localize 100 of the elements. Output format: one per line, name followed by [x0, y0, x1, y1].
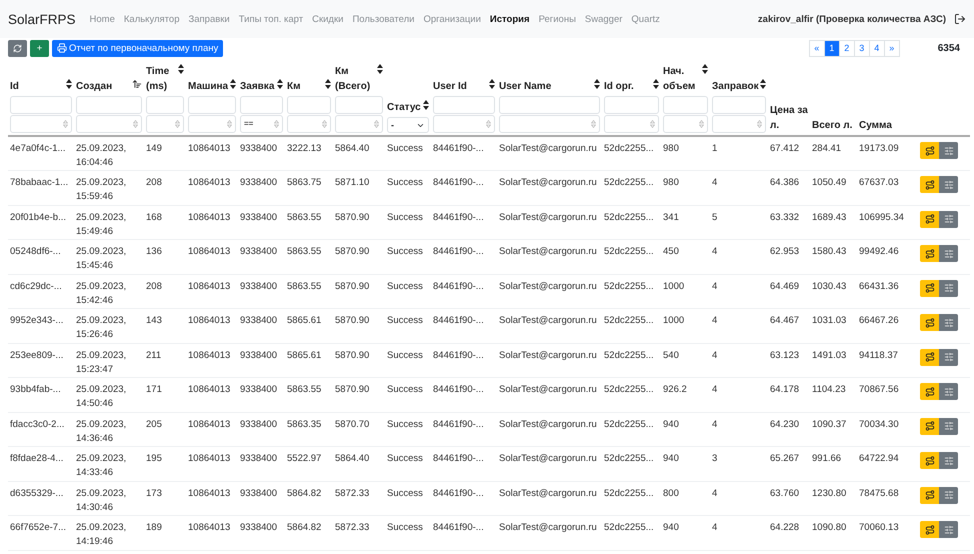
table-cell: 9338400	[240, 350, 277, 360]
spinner-icon[interactable]	[133, 120, 138, 128]
spinner-icon[interactable]	[757, 120, 762, 128]
table-cell: 926.2	[663, 384, 687, 395]
sort-icon[interactable]	[702, 64, 708, 74]
filter-field[interactable]	[712, 96, 766, 114]
nav-link[interactable]: Пользователи	[352, 14, 414, 24]
settings-button[interactable]	[939, 210, 958, 228]
refresh-button[interactable]	[8, 40, 27, 56]
brand-name[interactable]: SolarFRPS	[8, 12, 76, 26]
settings-button[interactable]	[939, 348, 958, 366]
route-button[interactable]	[920, 176, 939, 193]
sort-icon[interactable]	[377, 64, 383, 74]
spinner-icon[interactable]	[591, 120, 596, 128]
nav-link[interactable]: Калькулятор	[124, 14, 180, 24]
route-button[interactable]	[920, 142, 939, 159]
page-link[interactable]: 4	[868, 40, 885, 56]
filter-field[interactable]	[335, 115, 383, 133]
sort-icon[interactable]	[66, 79, 72, 89]
settings-button[interactable]	[939, 486, 958, 504]
refresh-icon	[13, 44, 22, 52]
sort-icon[interactable]	[489, 79, 495, 89]
spinner-icon[interactable]	[374, 120, 379, 128]
sort-icon[interactable]	[653, 79, 659, 89]
nav-link[interactable]: Типы топ. карт	[238, 14, 304, 24]
filter-field[interactable]: ==	[240, 115, 283, 133]
filter-field[interactable]	[76, 96, 142, 114]
table-cell: 5870.90	[335, 212, 370, 222]
page-link[interactable]: 2	[838, 40, 855, 56]
sort-icon[interactable]	[594, 79, 600, 89]
table-cell: 4	[712, 384, 718, 395]
settings-button[interactable]	[939, 418, 958, 434]
filter-field[interactable]	[146, 115, 184, 133]
nav-link[interactable]: Home	[90, 14, 115, 24]
sort-icon[interactable]	[325, 79, 331, 89]
logout-icon[interactable]	[954, 13, 966, 25]
route-button[interactable]	[920, 452, 939, 469]
filter-field[interactable]	[433, 96, 495, 114]
filter-field[interactable]	[10, 115, 72, 133]
filter-field[interactable]	[499, 96, 600, 114]
table-cell: 253ee809-...	[10, 350, 64, 360]
page-link[interactable]: 3	[854, 40, 870, 56]
sliders-icon	[944, 456, 954, 466]
status-select[interactable]: -	[387, 117, 429, 133]
route-button[interactable]	[920, 280, 939, 296]
route-button[interactable]	[920, 245, 939, 262]
route-button[interactable]	[920, 418, 939, 434]
filter-field[interactable]	[604, 115, 659, 133]
filter-field[interactable]	[663, 115, 708, 133]
filter-field[interactable]	[287, 115, 331, 133]
sort-icon[interactable]	[178, 64, 184, 74]
nav-link[interactable]: Swagger	[584, 14, 622, 24]
filter-field[interactable]	[76, 115, 142, 133]
route-button[interactable]	[920, 348, 939, 366]
spinner-icon[interactable]	[175, 120, 180, 128]
filter-field[interactable]	[188, 115, 236, 133]
table-cell: 4	[712, 350, 718, 360]
nav-link[interactable]: История	[490, 14, 530, 24]
nav-link[interactable]: Quartz	[631, 14, 660, 24]
filter-field[interactable]	[335, 96, 383, 114]
route-button[interactable]	[920, 210, 939, 228]
page-link[interactable]: 1	[824, 40, 840, 56]
sort-ascending-icon[interactable]	[132, 79, 142, 89]
filter-field[interactable]	[188, 96, 236, 114]
spinner-icon[interactable]	[650, 120, 655, 128]
table-cell: 1090.37	[812, 418, 846, 430]
spinner-icon[interactable]	[63, 120, 68, 128]
settings-button[interactable]	[939, 280, 958, 296]
filter-field[interactable]	[287, 96, 331, 114]
nav-link[interactable]: Заправки	[188, 14, 230, 24]
sort-icon[interactable]	[230, 79, 236, 89]
filter-field[interactable]	[712, 115, 766, 133]
add-button[interactable]: +	[30, 40, 49, 56]
filter-field[interactable]	[10, 96, 72, 114]
sort-icon[interactable]	[277, 79, 283, 89]
spinner-icon[interactable]	[227, 120, 232, 128]
filter-field[interactable]	[604, 96, 659, 114]
route-button[interactable]	[920, 486, 939, 504]
route-button[interactable]	[920, 314, 939, 331]
nav-link[interactable]: Организации	[423, 14, 481, 24]
filter-field[interactable]	[499, 115, 600, 133]
previous-page-link[interactable]: «	[808, 40, 825, 56]
filter-field[interactable]	[240, 96, 283, 114]
table-cell: 52dc2255...	[604, 315, 654, 326]
sort-icon[interactable]	[423, 100, 429, 110]
spinner-icon[interactable]	[699, 120, 704, 128]
filter-field[interactable]	[433, 115, 495, 133]
route-button[interactable]	[920, 383, 939, 400]
nav-link[interactable]: Регионы	[538, 14, 576, 24]
route-button[interactable]	[920, 521, 939, 538]
filter-field[interactable]	[663, 96, 708, 114]
nav-link[interactable]: Скидки	[312, 14, 344, 24]
print-report-button[interactable]: Отчет по первоначальному плану	[52, 40, 224, 56]
next-page-link[interactable]: »	[884, 40, 900, 56]
table-cell: 66431.36	[859, 280, 899, 292]
spinner-icon[interactable]	[274, 120, 279, 128]
filter-field[interactable]	[146, 96, 184, 114]
spinner-icon[interactable]	[486, 120, 491, 128]
sort-icon[interactable]	[760, 79, 766, 89]
spinner-icon[interactable]	[322, 120, 327, 128]
